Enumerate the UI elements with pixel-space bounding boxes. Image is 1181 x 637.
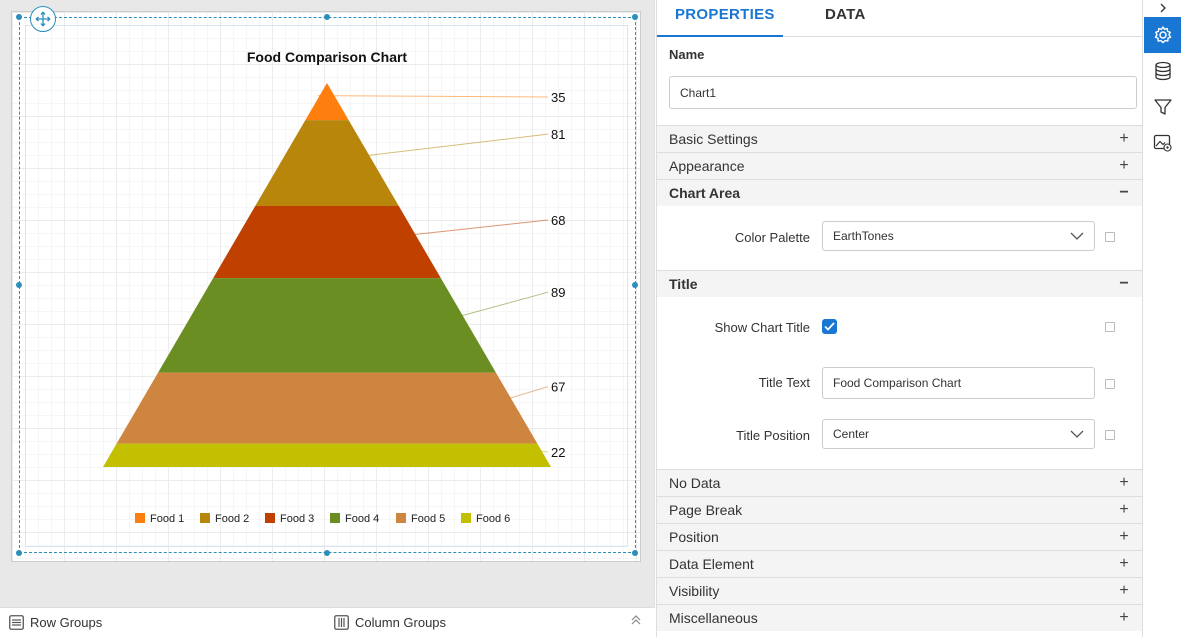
groups-bar: Row Groups Column Groups bbox=[0, 607, 655, 637]
color-palette-value: EarthTones bbox=[833, 229, 894, 243]
properties-panel: PROPERTIES DATA Name Basic Settings + Ap… bbox=[656, 0, 1142, 637]
filter-button[interactable] bbox=[1144, 89, 1181, 125]
database-icon bbox=[1154, 61, 1171, 81]
report-designer-area: Food Comparison Chart 35 81 68 89 67 22 Food 1F… bbox=[0, 0, 655, 637]
section-no-data-label: No Data bbox=[669, 475, 721, 491]
section-visibility-label: Visibility bbox=[669, 583, 720, 599]
move-icon[interactable] bbox=[30, 6, 56, 32]
title-text-value: Food Comparison Chart bbox=[833, 376, 962, 390]
expand-plus-icon[interactable]: + bbox=[1118, 157, 1130, 175]
show-chart-title-label: Show Chart Title bbox=[714, 320, 810, 335]
column-groups-toggle[interactable]: Column Groups bbox=[334, 615, 446, 630]
section-position[interactable]: Position + bbox=[657, 523, 1142, 550]
collapse-minus-icon[interactable]: − bbox=[1118, 275, 1130, 293]
expand-plus-icon[interactable]: + bbox=[1118, 582, 1130, 600]
resize-handle-tc[interactable] bbox=[324, 14, 330, 20]
section-miscellaneous-label: Miscellaneous bbox=[669, 610, 758, 626]
tab-properties[interactable]: PROPERTIES bbox=[657, 0, 783, 37]
title-text-label: Title Text bbox=[758, 375, 810, 390]
section-miscellaneous[interactable]: Miscellaneous + bbox=[657, 604, 1142, 631]
show-title-expression-checkbox[interactable] bbox=[1105, 322, 1115, 332]
color-palette-label: Color Palette bbox=[734, 230, 810, 245]
section-no-data[interactable]: No Data + bbox=[657, 469, 1142, 496]
panel-tabs: PROPERTIES DATA bbox=[657, 0, 1142, 37]
title-position-label: Title Position bbox=[736, 428, 810, 443]
chevron-down-icon bbox=[1070, 232, 1084, 240]
title-text-expression-checkbox[interactable] bbox=[1105, 379, 1115, 389]
section-visibility[interactable]: Visibility + bbox=[657, 577, 1142, 604]
chevron-right-icon bbox=[1160, 3, 1166, 13]
section-basic-settings-label: Basic Settings bbox=[669, 131, 758, 147]
section-title-label: Title bbox=[669, 276, 698, 292]
expand-plus-icon[interactable]: + bbox=[1118, 609, 1130, 627]
image-settings-button[interactable] bbox=[1144, 125, 1181, 161]
panel-collapse-button[interactable] bbox=[1144, 0, 1181, 16]
title-settings: Show Chart Title Title Text Food Compari… bbox=[657, 297, 1142, 469]
tab-data[interactable]: DATA bbox=[783, 0, 884, 37]
expand-plus-icon[interactable]: + bbox=[1118, 528, 1130, 546]
expand-plus-icon[interactable]: + bbox=[1118, 130, 1130, 148]
chevron-down-icon bbox=[1070, 430, 1084, 438]
resize-handle-br[interactable] bbox=[632, 550, 638, 556]
checkmark-icon bbox=[824, 322, 835, 331]
chart-selection-border[interactable] bbox=[19, 17, 636, 553]
section-data-element-label: Data Element bbox=[669, 556, 754, 572]
section-appearance-label: Appearance bbox=[669, 158, 745, 174]
section-page-break-label: Page Break bbox=[669, 502, 743, 518]
image-settings-icon bbox=[1153, 134, 1172, 152]
resize-handle-bl[interactable] bbox=[16, 550, 22, 556]
section-title[interactable]: Title − bbox=[657, 270, 1142, 297]
chevron-double-up-icon[interactable] bbox=[631, 614, 641, 629]
filter-icon bbox=[1153, 99, 1172, 115]
section-appearance[interactable]: Appearance + bbox=[657, 152, 1142, 179]
row-groups-icon bbox=[9, 615, 24, 630]
section-basic-settings[interactable]: Basic Settings + bbox=[657, 125, 1142, 152]
name-section: Name bbox=[657, 37, 1142, 125]
section-chart-area[interactable]: Chart Area − bbox=[657, 179, 1142, 206]
resize-handle-tr[interactable] bbox=[632, 14, 638, 20]
title-position-select[interactable]: Center bbox=[822, 419, 1095, 449]
row-groups-toggle[interactable]: Row Groups bbox=[9, 615, 102, 630]
section-position-label: Position bbox=[669, 529, 719, 545]
properties-gear-button[interactable] bbox=[1144, 17, 1181, 53]
title-position-expression-checkbox[interactable] bbox=[1105, 430, 1115, 440]
column-groups-icon bbox=[334, 615, 349, 630]
expand-plus-icon[interactable]: + bbox=[1118, 474, 1130, 492]
right-icon-strip bbox=[1142, 0, 1181, 637]
expand-plus-icon[interactable]: + bbox=[1118, 555, 1130, 573]
resize-handle-bc[interactable] bbox=[324, 550, 330, 556]
show-chart-title-checkbox[interactable] bbox=[822, 319, 837, 334]
title-position-value: Center bbox=[833, 427, 870, 441]
name-label: Name bbox=[669, 47, 705, 62]
section-page-break[interactable]: Page Break + bbox=[657, 496, 1142, 523]
color-palette-select[interactable]: EarthTones bbox=[822, 221, 1095, 251]
color-palette-row: Color Palette EarthTones bbox=[657, 206, 1142, 270]
resize-handle-tl[interactable] bbox=[16, 14, 22, 20]
data-source-button[interactable] bbox=[1144, 53, 1181, 89]
section-data-element[interactable]: Data Element + bbox=[657, 550, 1142, 577]
section-chart-area-label: Chart Area bbox=[669, 185, 741, 201]
row-groups-label: Row Groups bbox=[30, 615, 103, 630]
color-palette-expression-checkbox[interactable] bbox=[1105, 232, 1115, 242]
collapse-minus-icon[interactable]: − bbox=[1118, 184, 1130, 202]
resize-handle-ml[interactable] bbox=[16, 282, 22, 288]
resize-handle-mr[interactable] bbox=[632, 282, 638, 288]
gear-icon bbox=[1154, 26, 1171, 44]
title-text-input[interactable]: Food Comparison Chart bbox=[822, 367, 1095, 399]
name-input[interactable] bbox=[669, 76, 1137, 109]
expand-plus-icon[interactable]: + bbox=[1118, 501, 1130, 519]
column-groups-label: Column Groups bbox=[355, 615, 447, 630]
